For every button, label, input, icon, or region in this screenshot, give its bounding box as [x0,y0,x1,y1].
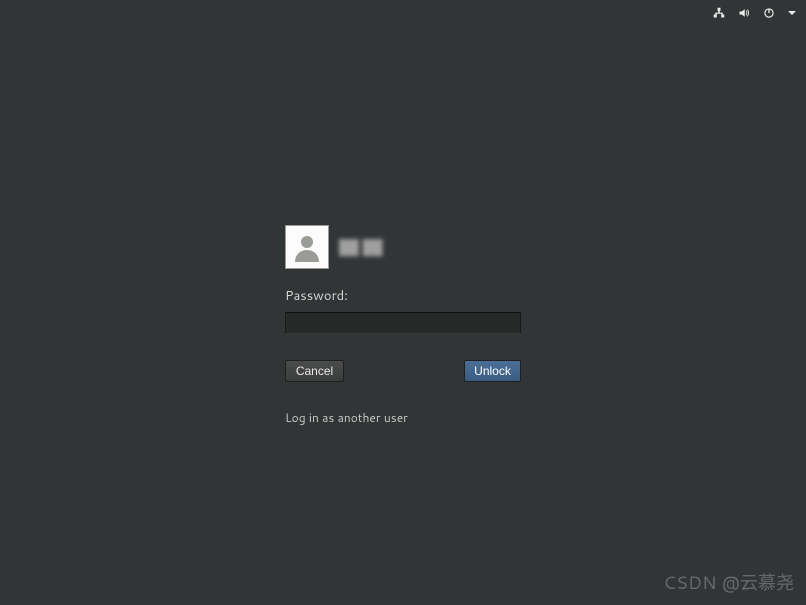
avatar [285,225,329,269]
login-another-user-link[interactable]: Log in as another user [285,409,521,426]
user-row: ██ ██ [285,225,521,269]
topbar [713,0,806,22]
person-icon [291,231,323,263]
watermark: CSDN @云慕尧 [663,569,794,595]
login-panel: ██ ██ Password: Cancel Unlock Log in as … [285,225,521,426]
network-icon[interactable] [713,7,725,19]
volume-icon[interactable] [738,7,750,19]
password-input[interactable] [285,312,521,334]
username-label: ██ ██ [339,237,383,257]
password-label: Password: [285,287,521,305]
cancel-button[interactable]: Cancel [285,360,344,382]
dropdown-icon[interactable] [788,11,796,15]
unlock-button[interactable]: Unlock [464,360,521,382]
button-row: Cancel Unlock [285,360,521,382]
power-icon[interactable] [763,7,775,19]
